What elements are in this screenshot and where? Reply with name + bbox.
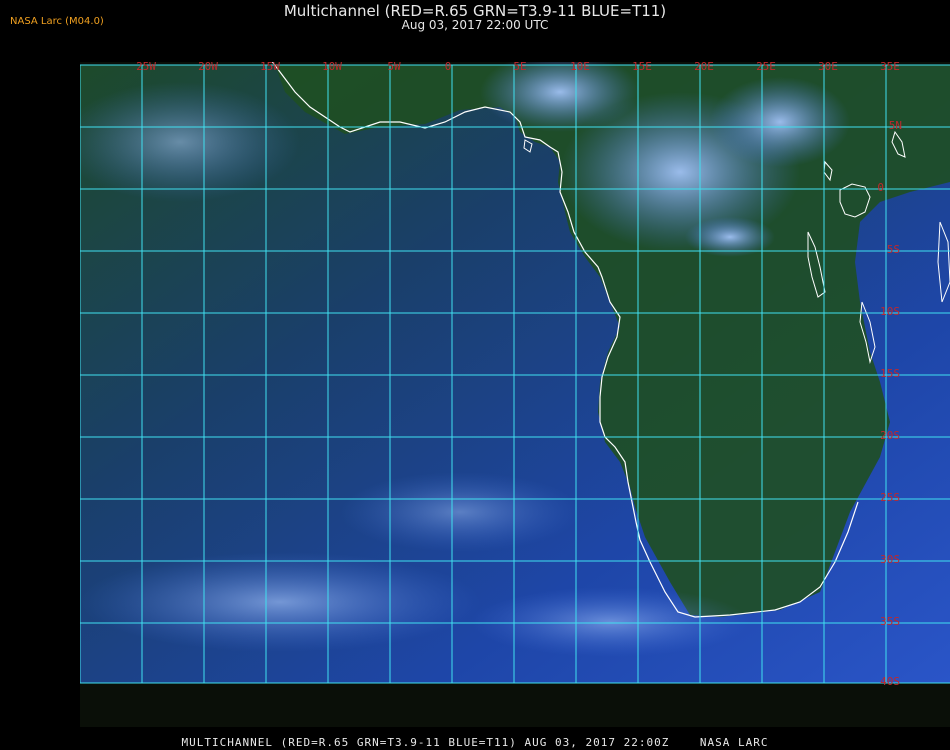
lat-label: 5S — [887, 243, 900, 256]
lon-label: 5W — [387, 62, 401, 73]
lon-label: 25W — [136, 62, 156, 73]
lat-label: 15S — [880, 367, 900, 380]
lon-label: 20W — [198, 62, 218, 73]
lon-label: 10E — [570, 62, 590, 73]
cloud-mass-east — [710, 77, 850, 167]
lon-label: 35E — [880, 62, 900, 73]
lon-label: 15E — [632, 62, 652, 73]
cloud-band-southeast — [470, 587, 750, 657]
lat-label: 10S — [880, 305, 900, 318]
lon-label: 5E — [513, 62, 526, 73]
lat-label: 20S — [880, 429, 900, 442]
satellite-map: 25W 20W 15W 10W 5W 0 5E 10E 15E 20E 25E … — [80, 62, 950, 727]
footer-caption: MULTICHANNEL (RED=R.65 GRN=T3.9-11 BLUE=… — [181, 736, 769, 749]
lon-label: 30E — [818, 62, 838, 73]
image-timestamp: Aug 03, 2017 22:00 UTC — [401, 18, 549, 32]
lat-label: 40S — [880, 675, 900, 688]
cloud-patch-atlantic — [340, 472, 580, 552]
lon-label: 20E — [694, 62, 714, 73]
lat-label: 5N — [889, 119, 902, 132]
lon-label: 10W — [322, 62, 342, 73]
lat-label: 35S — [880, 615, 900, 628]
lon-label: 25E — [756, 62, 776, 73]
lat-label: 25S — [880, 491, 900, 504]
lat-label: 30S — [880, 553, 900, 566]
satellite-map-canvas: 25W 20W 15W 10W 5W 0 5E 10E 15E 20E 25E … — [80, 62, 950, 688]
lon-label: 0 — [445, 62, 452, 73]
lon-label: 15W — [260, 62, 280, 73]
lat-label: 0 — [877, 181, 884, 194]
cloud-band-south — [80, 552, 480, 652]
